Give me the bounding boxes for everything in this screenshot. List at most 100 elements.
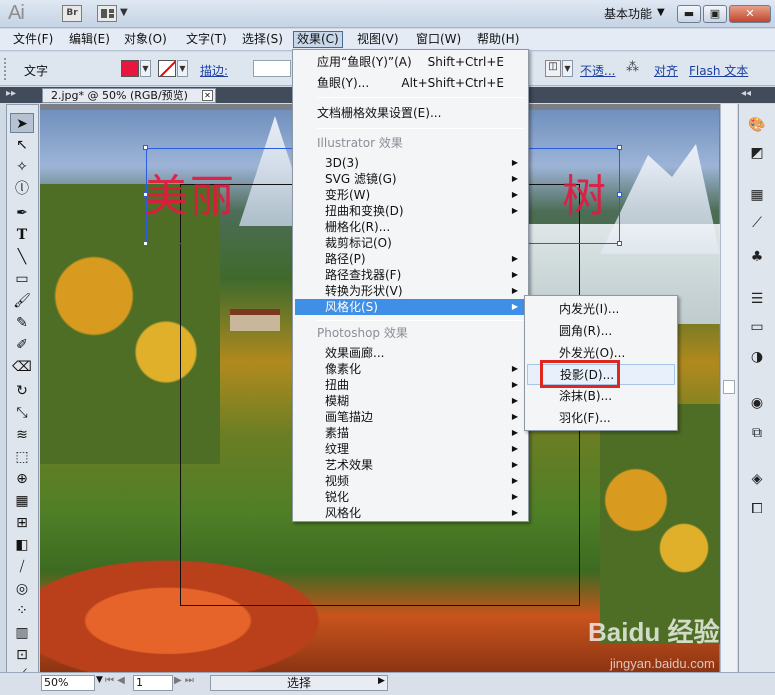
menu-help[interactable]: 帮助(H) [474,31,522,48]
bridge-button[interactable]: Br [62,5,82,22]
submenu-inner-glow[interactable]: 内发光(I)... [527,299,675,320]
chevron-down-icon[interactable]: ▼ [140,60,151,77]
opacity-link[interactable]: 不透... [580,62,615,79]
first-page-icon[interactable]: ⏮ ◀ [105,675,125,686]
close-icon[interactable]: ✕ [202,90,213,101]
blend-tool-icon[interactable]: ◎ [10,579,34,599]
menu-object[interactable]: 对象(O) [121,31,170,48]
symbols-icon[interactable]: ♣ [747,248,767,266]
line-tool-icon[interactable]: ╲ [10,247,34,267]
selection-handle[interactable] [143,192,148,197]
menu-item-effect-gallery[interactable]: 效果画廊... [295,345,526,361]
stroke-none-swatch[interactable] [158,60,176,77]
gradient-panel-icon[interactable]: ▭ [747,318,767,336]
arrange-documents-icon[interactable] [97,5,117,22]
appearance-icon[interactable]: ◉ [747,394,767,412]
menu-file[interactable]: 文件(F) [10,31,56,48]
style-icon[interactable]: ◫ [545,60,561,77]
menu-item-stylize[interactable]: 风格化(S) ▶ [295,299,526,315]
document-tab[interactable]: 2.jpg* @ 50% (RGB/预览) ✕ [42,88,216,103]
grip-handle[interactable] [4,58,9,80]
layers-icon[interactable]: ◈ [747,470,767,488]
expand-icon[interactable]: ◂◂ [741,88,751,99]
free-transform-tool-icon[interactable]: ⬚ [10,447,34,467]
artboard-tool-icon[interactable]: ⊡ [10,645,34,665]
magic-wand-tool-icon[interactable]: ✧ [10,157,34,177]
selection-handle[interactable] [617,241,622,246]
menu-item-blur[interactable]: 模糊 ▶ [295,393,526,409]
stroke-weight-field[interactable] [253,60,291,77]
eyedropper-tool-icon[interactable]: ⧸ [10,557,34,577]
perspective-grid-tool-icon[interactable]: ▦ [10,491,34,511]
menu-item-rasterize[interactable]: 栅格化(R)... [295,219,526,235]
menu-view[interactable]: 视图(V) [354,31,402,48]
menu-effect[interactable]: 效果(C) [293,31,343,48]
menu-item-apply[interactable]: 应用“鱼眼(Y)”(A) Shift+Ctrl+E [295,54,526,70]
menu-item-pathfinder[interactable]: 路径查找器(F) ▶ [295,267,526,283]
minimize-button[interactable]: ▬ [677,5,701,23]
rotate-tool-icon[interactable]: ↻ [10,381,34,401]
maximize-button[interactable]: ▣ [703,5,727,23]
transparency-icon[interactable]: ◑ [747,348,767,366]
warp-tool-icon[interactable]: ≋ [10,425,34,445]
menu-item-convert-shape[interactable]: 转换为形状(V) ▶ [295,283,526,299]
selection-handle[interactable] [617,192,622,197]
chevron-right-icon[interactable]: ▶ [378,676,385,686]
menu-item-video[interactable]: 视频 ▶ [295,473,526,489]
menu-item-warp[interactable]: 变形(W) ▶ [295,187,526,203]
menu-window[interactable]: 窗口(W) [413,31,464,48]
artboards-icon[interactable]: ⧠ [747,500,767,518]
menu-item-svg-filters[interactable]: SVG 滤镜(G) ▶ [295,171,526,187]
menu-item-distort-transform[interactable]: 扭曲和变换(D) ▶ [295,203,526,219]
menu-item-crop-marks[interactable]: 裁剪标记(O) [295,235,526,251]
status-mode[interactable]: 选择 [210,675,388,691]
collapse-icon[interactable]: ▸▸ [6,88,16,99]
menu-item-ps-stylize[interactable]: 风格化 ▶ [295,505,526,521]
recolor-icon[interactable]: ⁂ [626,60,639,75]
menu-item-sharpen[interactable]: 锐化 ▶ [295,489,526,505]
selection-handle[interactable] [617,145,622,150]
selection-handle[interactable] [143,241,148,246]
zoom-field[interactable]: 50% [41,675,95,691]
symbol-sprayer-tool-icon[interactable]: ⁘ [10,601,34,621]
gradient-tool-icon[interactable]: ◧ [10,535,34,555]
close-button[interactable]: ✕ [729,5,771,23]
menu-edit[interactable]: 编辑(E) [66,31,113,48]
column-graph-tool-icon[interactable]: ▥ [10,623,34,643]
menu-item-pixelate[interactable]: 像素化 ▶ [295,361,526,377]
stroke-panel-icon[interactable]: ☰ [747,290,767,308]
graphic-styles-icon[interactable]: ⧉ [747,424,767,442]
chevron-down-icon[interactable]: ▼ [120,7,128,18]
selection-handle[interactable] [143,145,148,150]
workspace-switcher[interactable]: 基本功能 [604,5,652,22]
chevron-down-icon[interactable]: ▼ [96,675,103,685]
menu-item-brush-strokes[interactable]: 画笔描边 ▶ [295,409,526,425]
paintbrush-tool-icon[interactable]: 🖌 [10,291,34,311]
type-tool-icon[interactable]: T [10,225,34,245]
chevron-down-icon[interactable]: ▼ [657,7,665,18]
submenu-scribble[interactable]: 涂抹(B)... [527,386,675,407]
color-panel-icon[interactable]: 🎨 [747,116,767,134]
menu-item-artistic[interactable]: 艺术效果 ▶ [295,457,526,473]
align-link[interactable]: 对齐 [654,62,678,79]
color-guide-icon[interactable]: ◩ [747,144,767,162]
next-page-icon[interactable]: ▶ ⏭ [174,675,194,686]
menu-item-distort[interactable]: 扭曲 ▶ [295,377,526,393]
stroke-link[interactable]: 描边: [200,62,228,79]
vertical-scrollbar[interactable] [720,104,737,672]
chevron-down-icon[interactable]: ▼ [562,60,573,77]
shape-builder-tool-icon[interactable]: ⊕ [10,469,34,489]
scale-tool-icon[interactable]: ⤡ [10,403,34,423]
chevron-down-icon[interactable]: ▼ [177,60,188,77]
blob-brush-tool-icon[interactable]: ✐ [10,335,34,355]
menu-item-fisheye[interactable]: 鱼眼(Y)... Alt+Shift+Ctrl+E [295,75,526,91]
menu-item-3d[interactable]: 3D(3) ▶ [295,155,526,171]
pencil-tool-icon[interactable]: ✎ [10,313,34,333]
menu-item-sketch[interactable]: 素描 ▶ [295,425,526,441]
lasso-tool-icon[interactable]: ⓛ [10,179,34,199]
menu-item-path[interactable]: 路径(P) ▶ [295,251,526,267]
menu-select[interactable]: 选择(S) [239,31,286,48]
rectangle-tool-icon[interactable]: ▭ [10,269,34,289]
menu-type[interactable]: 文字(T) [183,31,230,48]
flash-text-link[interactable]: Flash 文本 [689,62,748,79]
